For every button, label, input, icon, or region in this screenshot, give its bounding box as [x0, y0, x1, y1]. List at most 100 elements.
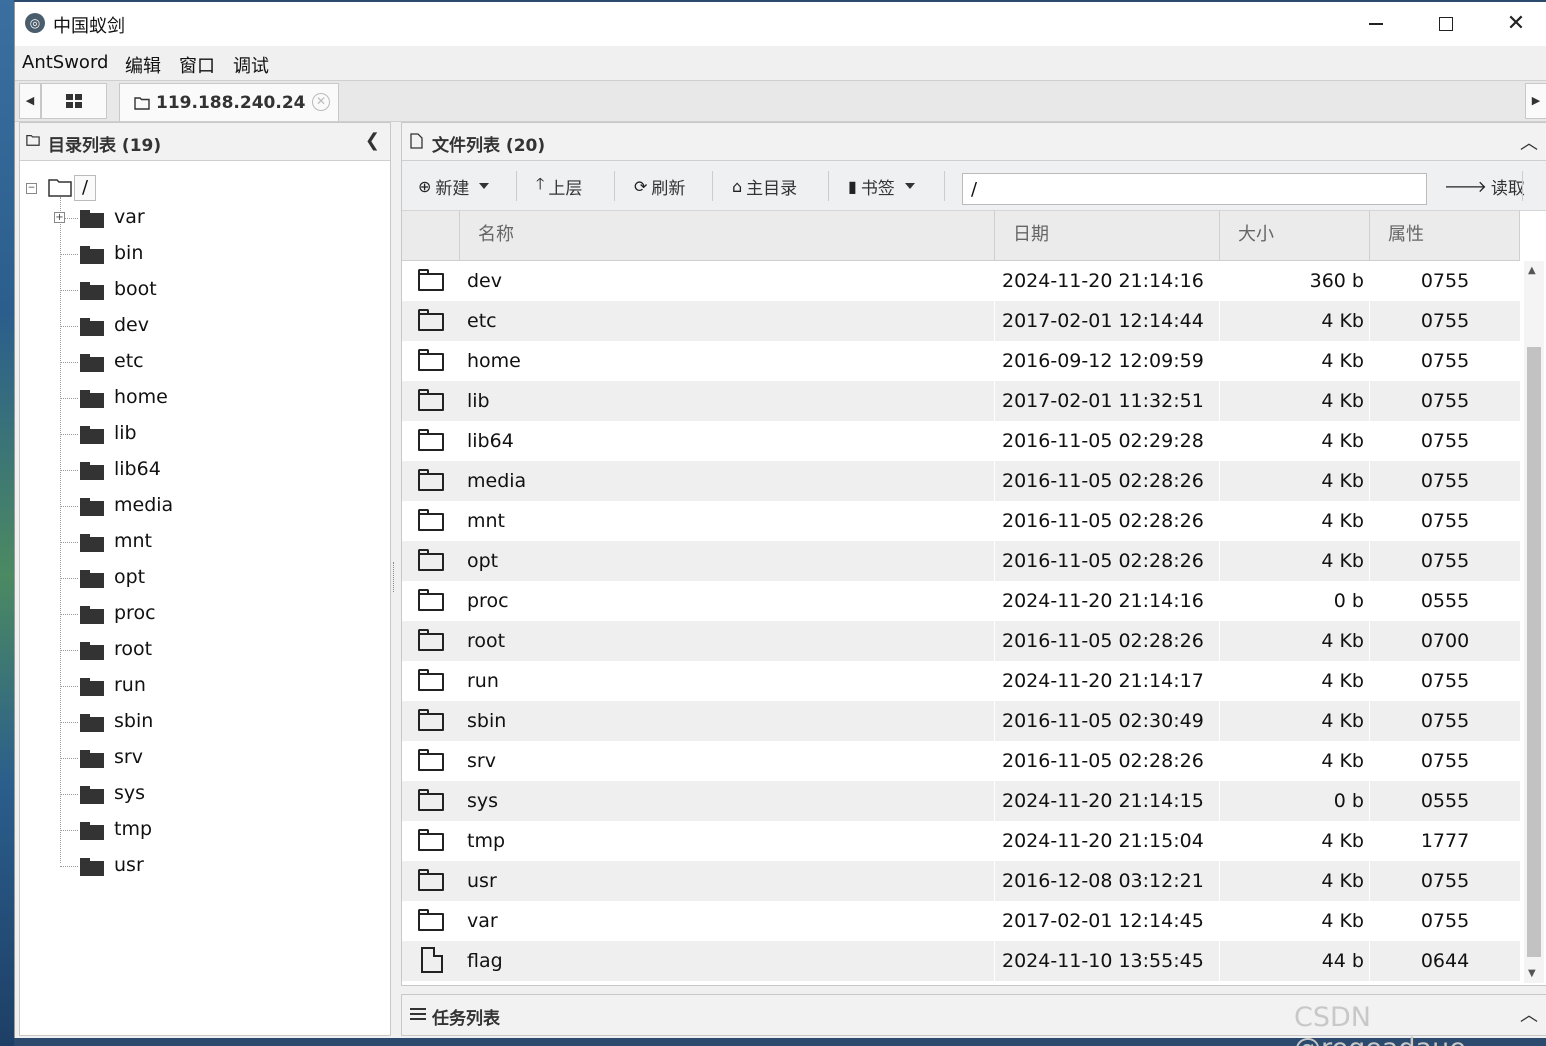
file-attr: 0755: [1420, 270, 1470, 292]
tree-guide-line: [60, 830, 78, 831]
file-row[interactable]: mnt 2016-11-05 02:28:26 4 Kb 0755: [402, 501, 1520, 541]
new-button-label: 新建: [435, 178, 470, 199]
column-divider: [994, 541, 995, 581]
column-divider: [1219, 261, 1220, 301]
folder-icon: [80, 354, 104, 372]
file-list-panel: 文件列表 (20) ︿ ⊕ 新建 🡑 上层 ⟳ 刷新 ⌂ 主目录 ▮ 书签 / …: [401, 122, 1546, 986]
up-button[interactable]: 🡑 上层: [536, 169, 582, 203]
folder-icon: [80, 246, 104, 264]
column-header-attr[interactable]: 属性: [1370, 211, 1520, 261]
folder-icon: [80, 462, 104, 480]
arrow-right-icon: 🡒: [1444, 177, 1487, 196]
tree-root-label[interactable]: /: [74, 175, 96, 201]
bookmark-button[interactable]: ▮ 书签: [848, 169, 915, 203]
folder-outline-icon: [418, 429, 444, 451]
file-attr: 0700: [1420, 630, 1470, 652]
tab-home[interactable]: [41, 83, 107, 119]
refresh-button[interactable]: ⟳ 刷新: [634, 169, 685, 203]
file-attr: 0755: [1420, 390, 1470, 412]
column-divider: [1219, 621, 1220, 661]
menu-debug[interactable]: 调试: [233, 52, 269, 78]
column-divider: [994, 381, 995, 421]
tree-item-label: lib64: [114, 458, 161, 480]
column-divider: [994, 501, 995, 541]
column-divider: [994, 861, 995, 901]
maximize-button[interactable]: [1411, 2, 1481, 46]
chevron-left-icon[interactable]: ❮: [365, 130, 380, 151]
tree-item-label: bin: [114, 242, 144, 264]
file-row[interactable]: home 2016-09-12 12:09:59 4 Kb 0755: [402, 341, 1520, 381]
menu-antsword[interactable]: AntSword: [22, 52, 108, 73]
tab-host-label: 119.188.240.24: [156, 92, 306, 113]
file-attr: 0555: [1420, 590, 1470, 612]
file-row[interactable]: lib 2017-02-01 11:32:51 4 Kb 0755: [402, 381, 1520, 421]
menu-edit[interactable]: 编辑: [125, 52, 161, 78]
file-row[interactable]: srv 2016-11-05 02:28:26 4 Kb 0755: [402, 741, 1520, 781]
column-header-size[interactable]: 大小: [1220, 211, 1370, 261]
tree-expand-icon[interactable]: +: [54, 212, 65, 223]
refresh-icon: ⟳: [634, 176, 648, 196]
column-divider: [1219, 341, 1220, 381]
menu-window[interactable]: 窗口: [179, 52, 215, 78]
file-row[interactable]: proc 2024-11-20 21:14:16 0 b 0555: [402, 581, 1520, 621]
file-row[interactable]: sbin 2016-11-05 02:30:49 4 Kb 0755: [402, 701, 1520, 741]
desktop-background: [0, 0, 14, 1046]
file-grid-scrollbar[interactable]: ▲ ▼: [1524, 261, 1544, 983]
scroll-up-icon[interactable]: ▲: [1528, 265, 1536, 276]
chevron-up-icon[interactable]: ︿: [1520, 129, 1538, 155]
file-size: 44 b: [1321, 950, 1364, 972]
scroll-thumb[interactable]: [1527, 347, 1541, 957]
file-row[interactable]: tmp 2024-11-20 21:15:04 4 Kb 1777: [402, 821, 1520, 861]
column-divider: [1369, 861, 1370, 901]
column-divider: [1369, 381, 1370, 421]
column-header-name[interactable]: 名称: [460, 211, 995, 261]
file-row[interactable]: lib64 2016-11-05 02:29:28 4 Kb 0755: [402, 421, 1520, 461]
folder-icon: [80, 750, 104, 768]
file-attr: 0755: [1420, 510, 1470, 532]
close-button[interactable]: ✕: [1481, 2, 1546, 46]
tab-scroll-left-button[interactable]: ◀: [19, 83, 41, 119]
tab-close-icon[interactable]: ✕: [312, 93, 330, 111]
home-dir-button[interactable]: ⌂ 主目录: [732, 169, 797, 203]
new-button[interactable]: ⊕ 新建: [418, 169, 490, 203]
file-row[interactable]: etc 2017-02-01 12:14:44 4 Kb 0755: [402, 301, 1520, 341]
column-divider: [994, 821, 995, 861]
tree-guide-line: [60, 758, 78, 759]
folder-outline-icon: [418, 389, 444, 411]
file-row[interactable]: opt 2016-11-05 02:28:26 4 Kb 0755: [402, 541, 1520, 581]
file-row[interactable]: run 2024-11-20 21:14:17 4 Kb 0755: [402, 661, 1520, 701]
file-row[interactable]: dev 2024-11-20 21:14:16 360 b 0755: [402, 261, 1520, 301]
read-button-label: 读取: [1490, 178, 1525, 199]
tree-collapse-icon[interactable]: −: [26, 183, 37, 194]
file-row[interactable]: media 2016-11-05 02:28:26 4 Kb 0755: [402, 461, 1520, 501]
file-name: home: [467, 350, 521, 372]
file-date: 2017-02-01 12:14:45: [1002, 910, 1204, 932]
file-row[interactable]: sys 2024-11-20 21:14:15 0 b 0555: [402, 781, 1520, 821]
tab-scroll-right-button[interactable]: ▶: [1525, 83, 1546, 119]
tree-guide-line: [60, 650, 78, 651]
folder-icon: [80, 642, 104, 660]
path-input[interactable]: [962, 173, 1427, 205]
folder-icon: [80, 318, 104, 336]
file-date: 2016-11-05 02:28:26: [1002, 470, 1204, 492]
file-row[interactable]: root 2016-11-05 02:28:26 4 Kb 0700: [402, 621, 1520, 661]
folder-icon: [80, 570, 104, 588]
menu-bar: AntSword 编辑 窗口 调试: [15, 46, 1546, 80]
column-header-date[interactable]: 日期: [995, 211, 1220, 261]
scroll-down-icon[interactable]: ▼: [1528, 968, 1536, 979]
tree-item-label: srv: [114, 746, 143, 768]
folder-outline-icon: [418, 869, 444, 891]
file-row[interactable]: flag 2024-11-10 13:55:45 44 b 0644: [402, 941, 1520, 981]
tree-item-label: lib: [114, 422, 137, 444]
file-date: 2016-12-08 03:12:21: [1002, 870, 1204, 892]
column-divider: [1369, 541, 1370, 581]
file-row[interactable]: var 2017-02-01 12:14:45 4 Kb 0755: [402, 901, 1520, 941]
panel-splitter[interactable]: [393, 562, 399, 592]
folder-outline-icon: [418, 669, 444, 691]
toolbar-separator: [944, 171, 945, 201]
read-button[interactable]: 🡒 读取: [1444, 169, 1525, 203]
tab-host[interactable]: 119.188.240.24 ✕: [119, 83, 339, 121]
minimize-button[interactable]: [1341, 2, 1411, 46]
file-size: 4 Kb: [1321, 710, 1364, 732]
file-row[interactable]: usr 2016-12-08 03:12:21 4 Kb 0755: [402, 861, 1520, 901]
